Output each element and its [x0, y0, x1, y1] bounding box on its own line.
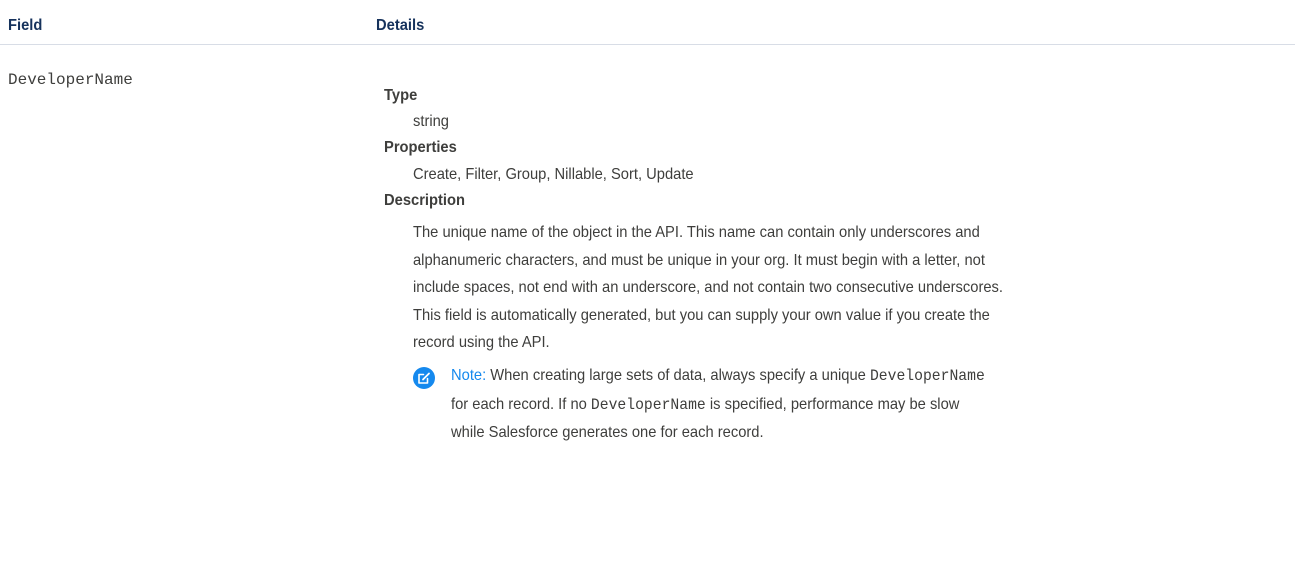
field-details-table: Field Details DeveloperName Type string … — [0, 0, 1295, 583]
note-text: while Salesforce generates one for each … — [451, 424, 764, 441]
field-name-cell: DeveloperName — [8, 71, 133, 89]
inline-code: DeveloperName — [590, 395, 706, 414]
description-line: include spaces, not end with an undersco… — [413, 279, 1003, 296]
note-label: Note: — [451, 367, 487, 384]
edit-note-icon — [413, 367, 435, 389]
type-label: Type — [384, 87, 418, 104]
note-body: Note: When creating large sets of data, … — [451, 362, 1279, 447]
note-text: for each record. If no — [451, 395, 587, 413]
column-header-details: Details — [376, 17, 425, 34]
table-header-row: Field Details — [0, 0, 1295, 45]
description-line: The unique name of the object in the API… — [413, 224, 980, 241]
column-header-field: Field — [8, 17, 43, 34]
properties-label: Properties — [384, 139, 457, 156]
description-text: The unique name of the object in the API… — [413, 219, 1278, 357]
note-text: When creating large sets of data, always… — [490, 367, 866, 384]
description-label: Description — [384, 192, 465, 209]
note-text: is specified, performance may be slow — [709, 395, 960, 413]
type-value: string — [413, 113, 449, 130]
inline-code: DeveloperName — [869, 367, 985, 385]
description-line: alphanumeric characters, and must be uni… — [413, 251, 985, 269]
properties-value: Create, Filter, Group, Nillable, Sort, U… — [413, 166, 694, 183]
description-line: record using the API. — [413, 334, 550, 351]
description-line: This field is automatically generated, b… — [413, 306, 990, 324]
